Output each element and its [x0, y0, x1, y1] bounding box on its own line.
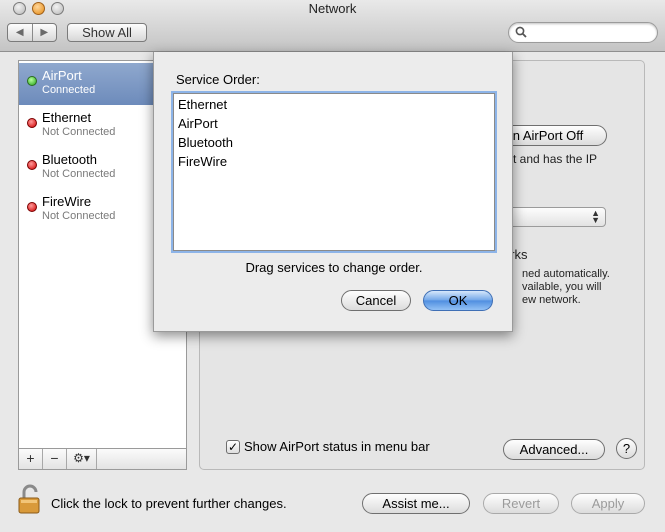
add-service-button[interactable]: + — [19, 449, 43, 469]
lock-icon[interactable] — [17, 484, 43, 514]
ask-description-line: ew network. — [522, 294, 581, 306]
network-preferences-window: Network ◀ ▶ Show All AirPort Connected E… — [0, 0, 665, 532]
status-dot-icon — [27, 202, 37, 212]
service-order-list[interactable]: Ethernet AirPort Bluetooth FireWire — [173, 93, 495, 251]
show-status-row: ✓ Show AirPort status in menu bar — [226, 439, 430, 454]
lock-message: Click the lock to prevent further change… — [51, 496, 287, 511]
back-forward-control: ◀ ▶ — [7, 23, 57, 42]
service-status: Not Connected — [42, 210, 116, 222]
cancel-button[interactable]: Cancel — [341, 290, 411, 311]
remove-service-button[interactable]: − — [43, 449, 67, 469]
back-arrow-icon[interactable]: ◀ — [8, 24, 32, 41]
show-status-label: Show AirPort status in menu bar — [244, 439, 430, 454]
service-status: Connected — [42, 84, 96, 96]
status-dot-icon — [27, 76, 37, 86]
status-dot-icon — [27, 118, 37, 128]
drag-hint: Drag services to change order. — [245, 260, 423, 275]
service-status: Not Connected — [42, 126, 116, 138]
popup-arrows-icon: ▲ ▼ — [591, 208, 600, 225]
network-name-popup[interactable]: ▲ ▼ — [500, 207, 606, 227]
show-status-checkbox[interactable]: ✓ — [226, 439, 240, 454]
service-name: AirPort — [42, 68, 82, 83]
status-description: t and has the IP — [513, 152, 598, 166]
status-dot-icon — [27, 160, 37, 170]
title-bar: Network ◀ ▶ Show All — [0, 0, 665, 52]
service-list-toolbar: + − ⚙▾ — [18, 448, 187, 470]
forward-arrow-icon[interactable]: ▶ — [31, 24, 57, 41]
list-item[interactable]: Ethernet — [178, 97, 227, 112]
ok-button[interactable]: OK — [423, 290, 493, 311]
ask-description-line: ned automatically. — [522, 268, 610, 280]
window-title: Network — [308, 1, 357, 16]
help-button[interactable]: ? — [616, 438, 637, 459]
list-item[interactable]: FireWire — [178, 154, 227, 169]
show-all-button[interactable]: Show All — [67, 23, 147, 42]
service-order-label: Service Order: — [176, 72, 260, 87]
apply-button[interactable]: Apply — [571, 493, 645, 514]
search-field[interactable] — [508, 22, 658, 43]
gear-icon[interactable]: ⚙▾ — [67, 449, 97, 469]
list-item[interactable]: AirPort — [178, 116, 218, 131]
search-icon — [515, 26, 527, 38]
service-name: FireWire — [42, 194, 92, 209]
revert-button[interactable]: Revert — [483, 493, 559, 514]
service-name: Bluetooth — [42, 152, 97, 167]
advanced-button[interactable]: Advanced... — [503, 439, 605, 460]
service-name: Ethernet — [42, 110, 92, 125]
service-status: Not Connected — [42, 168, 116, 180]
service-order-sheet: Service Order: Ethernet AirPort Bluetoot… — [153, 52, 513, 332]
assist-me-button[interactable]: Assist me... — [362, 493, 470, 514]
list-item[interactable]: Bluetooth — [178, 135, 233, 150]
ask-description-line: vailable, you will — [522, 281, 602, 293]
